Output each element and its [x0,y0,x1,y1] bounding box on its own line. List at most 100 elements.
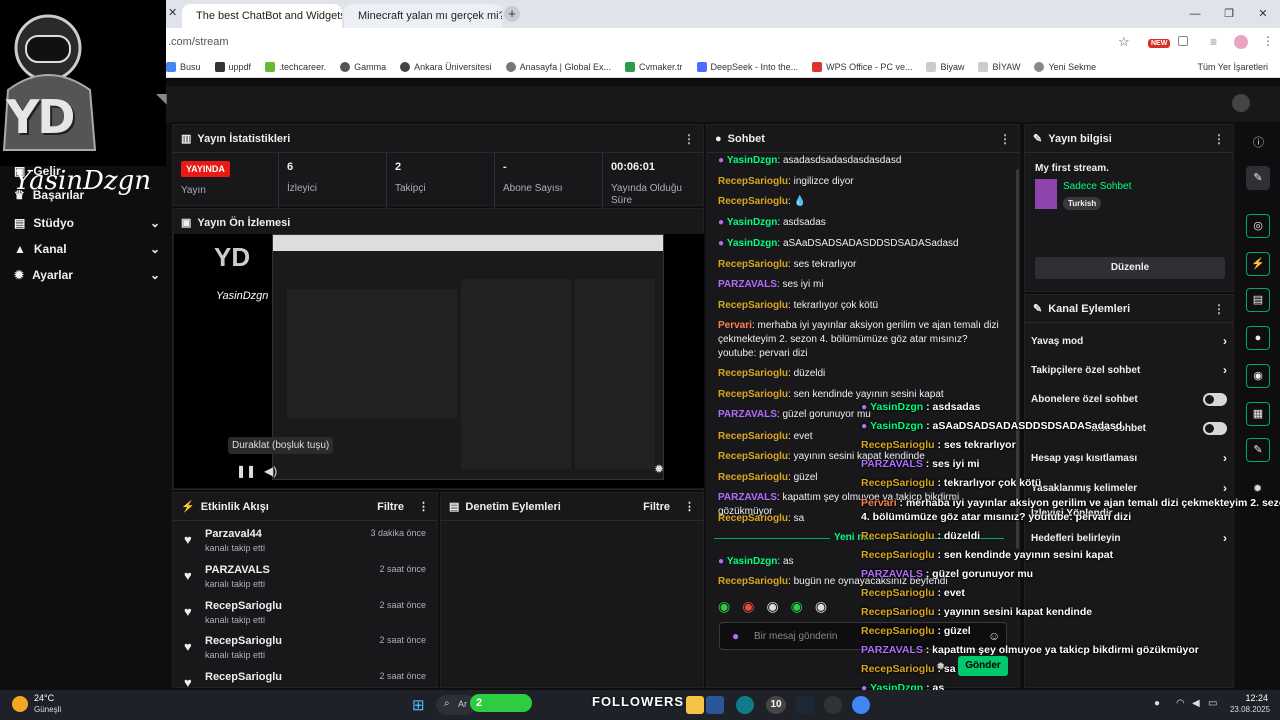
chat-username[interactable]: RecepSarioglu [718,513,788,524]
clock-time[interactable]: 12:24 [1228,693,1268,703]
chat-username[interactable]: RecepSarioglu [718,300,788,311]
mic-icon[interactable]: ● [1154,698,1160,709]
action-goals[interactable]: Hedefleri belirleyin › [1031,531,1227,545]
bookmark-item[interactable]: Anasayfa | Global Ex... [505,61,611,72]
bookmark-item[interactable]: BİYAW [978,61,1020,72]
activity-item[interactable]: ♥ RecepSarioglu kanalı takip etti 2 saat ön… [184,635,434,669]
activity-item[interactable]: ♥ PARZAVALS kanalı takip etti 2 saat önce [184,564,434,598]
emote-icon[interactable]: ◉ [815,598,827,618]
chrome-icon[interactable] [852,696,870,714]
close-window-icon[interactable]: ✕ [1246,0,1280,28]
extensions-icon[interactable] [1178,36,1188,46]
edge-icon[interactable] [736,696,754,714]
more-vert-icon[interactable]: ⋮ [683,132,695,146]
action-followers-only[interactable]: Takipçilere özel sohbet › [1031,363,1227,377]
browser-tab[interactable]: Minecraft yalan mı gerçek mi? ✕ [344,4,502,28]
filter-button[interactable]: Filtre [643,501,670,513]
pause-icon[interactable]: ❚❚ [236,464,256,478]
edit-tool-button[interactable]: ✎ [1246,166,1270,190]
action-banned-words[interactable]: Yasaklanmış kelimeler › [1031,481,1227,495]
sidebar-item-settings[interactable]: ✹ Ayarlar ⌄ [14,268,160,282]
chat-username[interactable]: Pervari [718,320,752,331]
obs-icon[interactable] [824,696,842,714]
chat-username[interactable]: RecepSarioglu [718,576,788,587]
browser-tab[interactable]: The best ChatBot and Widgets ✕ [182,4,342,28]
bookmark-item[interactable]: Cvmaker.tr [625,61,683,72]
bookmark-item[interactable]: uppdf [214,61,251,72]
chat-username[interactable]: RecepSarioglu [718,196,788,207]
maximize-icon[interactable]: ❐ [1212,0,1246,28]
bookmark-item[interactable]: Yeni Sekme [1034,61,1096,72]
more-vert-icon[interactable]: ⋮ [1213,132,1225,146]
bookmark-item[interactable]: Ankara Üniversitesi [400,61,492,72]
url-field[interactable]: .com/stream [168,36,229,48]
tool-button[interactable]: ◉ [1246,364,1270,388]
activity-item[interactable]: ♥ RecepSarioglu 2 saat önce [184,671,434,687]
wifi-icon[interactable]: ◠ [1176,698,1185,709]
emote-icon[interactable]: ◉ [718,598,730,618]
tag-pill[interactable]: Turkish [1063,197,1102,210]
settings-icon[interactable]: ✹ [654,462,664,476]
chat-username[interactable]: PARZAVALS [718,492,777,503]
bookmark-item[interactable]: Gamma [340,61,386,72]
star-icon[interactable]: ☆ [1118,34,1130,50]
more-vert-icon[interactable]: ⋮ [418,500,429,513]
emote-icon[interactable]: ◉ [791,598,803,618]
filter-button[interactable]: Filtre [377,501,404,513]
sidebar-item-channel[interactable]: ▲ Kanal ⌄ [14,242,160,256]
emoji-icon[interactable]: ☺ [988,629,1000,643]
profile-avatar[interactable] [1234,35,1248,49]
more-vert-icon[interactable]: ⋮ [684,500,695,513]
chat-username[interactable]: RecepSarioglu [718,431,788,442]
chat-username[interactable]: RecepSarioglu [718,176,788,187]
chat-username[interactable]: PARZAVALS [718,409,777,420]
minimize-icon[interactable]: — [1178,0,1212,28]
chat-username[interactable]: YasinDzgn [727,217,778,228]
chat-username[interactable]: RecepSarioglu [718,259,788,270]
tool-button[interactable]: ▦ [1246,402,1270,426]
user-avatar[interactable] [1232,94,1250,112]
send-button[interactable]: Gönder [958,656,1008,676]
bookmark-item[interactable]: DeepSeek - Into the... [696,61,798,72]
chat-username[interactable]: RecepSarioglu [718,368,788,379]
chat-username[interactable]: YasinDzgn [727,556,778,567]
activity-item[interactable]: ♥ Parzaval44 kanalı takip etti 3 dakika önc… [184,528,434,562]
new-tab-button[interactable]: + [504,6,520,22]
bookmark-item[interactable]: WPS Office - PC ve... [812,61,912,72]
sidebar-item-studio[interactable]: ▤ Stüdyo ⌄ [14,216,160,230]
chat-username[interactable]: YasinDzgn [727,155,778,166]
menu-lines-icon[interactable]: ≡ [1210,35,1217,49]
toggle-switch[interactable] [1203,422,1227,435]
action-subscribers-only[interactable]: Abonelere özel sohbet [1031,393,1227,406]
chat-scrollbar[interactable] [1016,169,1019,549]
folder-icon[interactable] [686,696,704,714]
tab-close-icon[interactable]: ✕ [168,6,177,19]
notification-count-badge[interactable]: 10 [766,696,786,714]
word-icon[interactable] [706,696,724,714]
chat-username[interactable]: PARZAVALS [718,279,777,290]
video-player[interactable]: YD YasinDzgn Duraklat (boşluk tuşu) ❚❚ ◀… [174,234,704,488]
action-account-age[interactable]: Hesap yaşı kısıtlaması › [1031,451,1227,465]
windows-start-icon[interactable]: ⊞ [412,696,425,714]
chat-username[interactable]: RecepSarioglu [718,451,788,462]
more-vert-icon[interactable]: ⋮ [999,132,1011,146]
more-vert-icon[interactable]: ⋮ [1262,34,1274,48]
volume-icon[interactable]: ◀) [264,464,277,478]
bookmark-item[interactable]: Biyaw [926,61,964,72]
emote-icon[interactable]: ◉ [766,598,778,618]
bookmark-item[interactable]: .techcareer. [265,61,326,72]
battery-icon[interactable]: ▭ [1208,698,1217,709]
all-bookmarks[interactable]: Tüm Yer İşaretleri [1197,62,1268,72]
edit-button[interactable]: Düzenle [1035,257,1225,279]
category-name[interactable]: Sadece Sohbet [1063,181,1131,192]
speaker-icon[interactable]: ◀ [1192,698,1200,709]
tool-button[interactable]: ▤ [1246,288,1270,312]
activity-item[interactable]: ♥ RecepSarioglu kanalı takip etti 2 saat ön… [184,600,434,634]
chat-username[interactable]: RecepSarioglu [718,389,788,400]
toggle-switch[interactable] [1203,393,1227,406]
weather-temp[interactable]: 24°C [34,693,54,703]
tool-button[interactable]: ◎ [1246,214,1270,238]
tool-button[interactable]: ● [1246,326,1270,350]
more-vert-icon[interactable]: ⋮ [1213,302,1225,316]
tool-button[interactable]: ⚡ [1246,252,1270,276]
